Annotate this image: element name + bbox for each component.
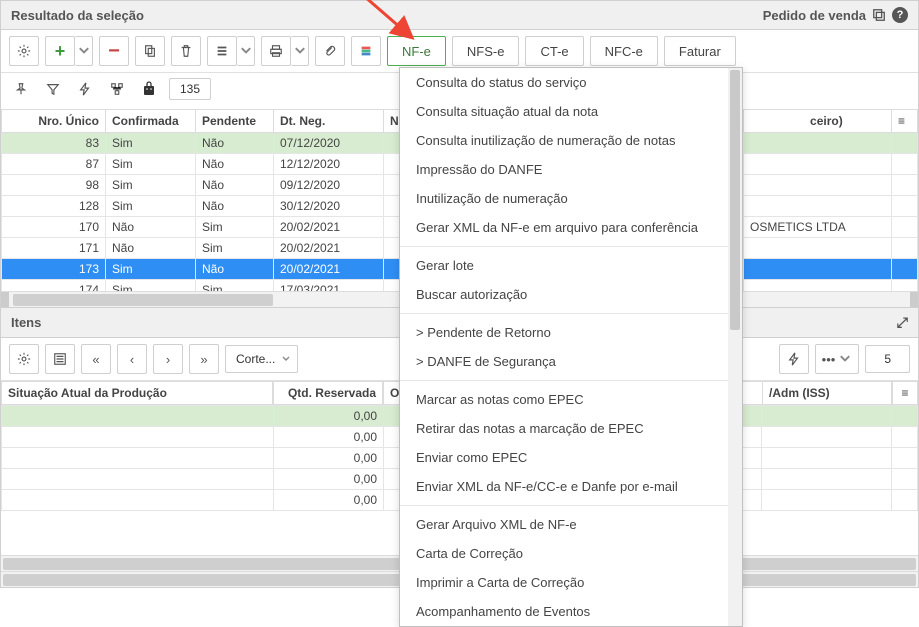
expand-icon[interactable]: ⤢	[897, 314, 908, 331]
tab-nfse[interactable]: NFS-e	[452, 36, 520, 66]
help-icon[interactable]: ?	[892, 7, 908, 23]
gear-button[interactable]	[9, 36, 39, 66]
page-counter: 135	[169, 78, 211, 100]
col-confirmada[interactable]: Confirmada	[106, 110, 196, 133]
nav-prev[interactable]: ‹	[117, 344, 147, 374]
dropdown-item[interactable]: Impressão do DANFE	[400, 155, 742, 184]
copy-icon[interactable]	[872, 8, 886, 22]
dropdown-item[interactable]: Enviar XML da NF-e/CC-e e Danfe por e-ma…	[400, 472, 742, 501]
itens-gear[interactable]	[9, 344, 39, 374]
add-chevron[interactable]	[75, 36, 93, 66]
dropdown-item[interactable]: Consulta situação atual da nota	[400, 97, 742, 126]
col-menu[interactable]: ≡	[892, 110, 918, 133]
dropdown-scrollbar[interactable]	[728, 68, 742, 626]
col-situacao[interactable]: Situação Atual da Produção	[1, 382, 273, 405]
col-menu2[interactable]: ≡	[892, 382, 918, 405]
dropdown-item[interactable]: Imprimir a Carta de Correção	[400, 568, 742, 597]
attach-button[interactable]	[315, 36, 345, 66]
dropdown-item[interactable]: Consulta inutilização de numeração de no…	[400, 126, 742, 155]
col-nro-unico[interactable]: Nro. Único	[2, 110, 106, 133]
tab-faturar[interactable]: Faturar	[664, 36, 736, 66]
itens-list[interactable]	[45, 344, 75, 374]
dropdown-item[interactable]: Inutilização de numeração	[400, 184, 742, 213]
col-dt-neg[interactable]: Dt. Neg.	[274, 110, 384, 133]
itens-bolt[interactable]	[779, 344, 809, 374]
itens-page: 5	[865, 345, 910, 373]
pointer-arrow	[362, 0, 422, 44]
delete-button[interactable]	[171, 36, 201, 66]
itens-more[interactable]: •••	[815, 344, 860, 374]
panel-title: Resultado da seleção	[11, 8, 144, 23]
itens-title: Itens	[11, 315, 41, 330]
nfe-dropdown: Consulta do status do serviçoConsulta si…	[399, 67, 743, 627]
stack-chevron[interactable]	[237, 36, 255, 66]
col-parceiro[interactable]: Nome (Parceiro)	[744, 110, 892, 133]
dropdown-item[interactable]: Acompanhamento de Eventos	[400, 597, 742, 626]
dropdown-item[interactable]: Retirar das notas a marcação de EPEC	[400, 414, 742, 443]
filter-icon[interactable]	[41, 77, 65, 101]
dropdown-item[interactable]: Carta de Correção	[400, 539, 742, 568]
nav-last[interactable]: »	[189, 344, 219, 374]
tree-icon[interactable]	[105, 77, 129, 101]
copy-button[interactable]	[135, 36, 165, 66]
col-pendente[interactable]: Pendente	[196, 110, 274, 133]
dropdown-item[interactable]: Consulta do status do serviço	[400, 68, 742, 97]
dropdown-item[interactable]: Enviar como EPEC	[400, 443, 742, 472]
dropdown-item[interactable]: Gerar Arquivo XML de NF-e	[400, 510, 742, 539]
bolt-icon[interactable]	[73, 77, 97, 101]
tab-nfce[interactable]: NFC-e	[590, 36, 658, 66]
bag-icon[interactable]	[137, 77, 161, 101]
print-button[interactable]	[261, 36, 291, 66]
dropdown-item[interactable]: Buscar autorização	[400, 280, 742, 309]
remove-button[interactable]: −	[99, 36, 129, 66]
dropdown-item[interactable]: > DANFE de Segurança	[400, 347, 742, 376]
nav-first[interactable]: «	[81, 344, 111, 374]
stack-button[interactable]	[207, 36, 237, 66]
header-right-label: Pedido de venda	[763, 8, 866, 23]
col-adm[interactable]: /Adm (ISS)	[762, 382, 892, 405]
col-qtd[interactable]: Qtd. Reservada	[273, 382, 383, 405]
dropdown-item[interactable]: Gerar lote	[400, 251, 742, 280]
add-button[interactable]: +	[45, 36, 75, 66]
pin-icon[interactable]	[9, 77, 33, 101]
dropdown-item[interactable]: > Pendente de Retorno	[400, 318, 742, 347]
corte-combo[interactable]: Corte...	[225, 345, 298, 373]
dropdown-item[interactable]: Marcar as notas como EPEC	[400, 385, 742, 414]
nav-next[interactable]: ›	[153, 344, 183, 374]
tab-cte[interactable]: CT-e	[525, 36, 583, 66]
dropdown-item[interactable]: Gerar XML da NF-e em arquivo para confer…	[400, 213, 742, 242]
print-chevron[interactable]	[291, 36, 309, 66]
